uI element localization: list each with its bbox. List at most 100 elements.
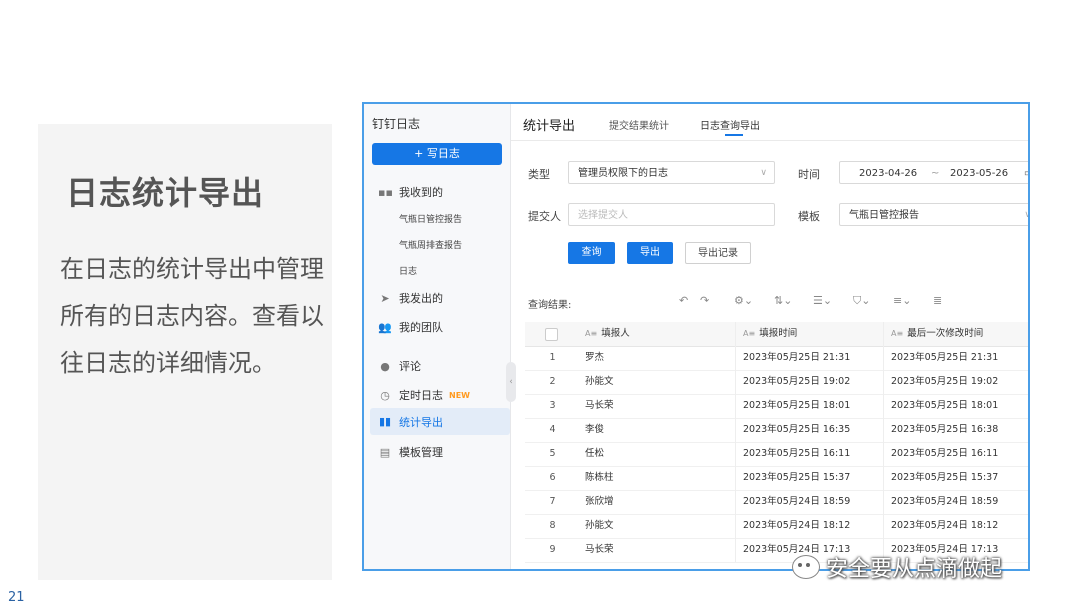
table-row[interactable]: 3 马长荣 2023年05月25日 18:01 2023年05月25日 18:0… [525,394,1028,419]
row-index: 5 [549,448,556,459]
column-header-fill-time-label: 填报时间 [759,328,798,339]
template-select[interactable]: 气瓶日管控报告 ∨ [839,203,1028,226]
row-index: 9 [549,544,556,555]
nav-templates-label: 模板管理 [399,446,443,459]
row-fill-time: 2023年05月25日 16:35 [735,418,883,442]
active-tab-indicator [725,134,743,136]
date-range-picker[interactable]: 2023-04-26 ~ 2023-05-26 ▭ [839,161,1028,185]
row-index: 1 [549,352,556,363]
row-last-modified: 2023年05月25日 15:37 [883,466,1028,490]
text-field-icon: A≡ [743,329,756,338]
bar-chart-icon: ▮▮ [378,415,392,428]
group-icon[interactable]: ☰⌄ [813,294,832,307]
text-field-icon: A≡ [585,329,598,338]
nav-stats-export-label: 统计导出 [399,415,443,429]
row-last-modified: 2023年05月25日 19:02 [883,370,1028,394]
write-log-button[interactable]: + 写日志 [372,143,502,165]
template-select-value: 气瓶日管控报告 [849,210,919,221]
nav-received[interactable]: ▪▪ 我收到的 [364,184,443,200]
row-fill-time: 2023年05月24日 18:59 [735,490,883,514]
nav-received-item[interactable]: 气瓶周排查报告 [399,238,462,251]
row-height-icon[interactable]: ≡⌄ [893,294,911,307]
row-fill-time: 2023年05月25日 15:37 [735,466,883,490]
nav-templates[interactable]: ▤ 模板管理 [364,444,443,460]
row-filler: 孙能文 [585,376,614,387]
date-from: 2023-04-26 [859,168,918,179]
query-button[interactable]: 查询 [568,242,615,264]
nav-team-label: 我的团队 [399,321,443,334]
nav-received-item[interactable]: 日志 [399,264,417,277]
slide-description: 在日志的统计导出中管理所有的日志内容。查看以往日志的详细情况。 [60,255,324,377]
template-label: 模板 [798,210,820,223]
calendar-icon: ▭ [1024,162,1028,185]
date-separator: ~ [931,168,940,179]
nav-sent-label: 我发出的 [399,292,443,305]
column-header-last-modified-label: 最后一次修改时间 [907,328,984,339]
nav-stats-export[interactable]: ▮▮ 统计导出 [370,408,510,435]
row-last-modified: 2023年05月25日 21:31 [883,346,1028,370]
clock-icon: ◷ [380,388,390,402]
row-index: 8 [549,520,556,531]
time-label: 时间 [798,168,820,181]
nav-comments-label: 评论 [399,360,421,373]
app-window: 钉钉日志 + 写日志 ▪▪ 我收到的 气瓶日管控报告 气瓶周排查报告 日志 ➤ … [362,102,1030,571]
submitter-select[interactable]: 选择提交人 [568,203,775,226]
row-fill-time: 2023年05月25日 21:31 [735,346,883,370]
template-icon: ▤ [379,445,391,459]
select-all-checkbox[interactable] [545,328,558,341]
tab-submit-stats[interactable]: 提交结果统计 [609,117,669,132]
filter-icon[interactable]: ⛉⌄ [853,294,870,308]
sidebar: 钉钉日志 + 写日志 ▪▪ 我收到的 气瓶日管控报告 气瓶周排查报告 日志 ➤ … [364,104,511,569]
row-filler: 李俊 [585,424,605,435]
nav-scheduled[interactable]: ◷ 定时日志 NEW [364,387,470,403]
page-number: 21 [8,590,25,605]
team-icon: 👥 [378,320,392,334]
row-fill-time: 2023年05月24日 18:12 [735,514,883,538]
export-records-button[interactable]: 导出记录 [685,242,751,264]
row-last-modified: 2023年05月25日 16:38 [883,418,1028,442]
table-row[interactable]: 8 孙能文 2023年05月24日 18:12 2023年05月24日 18:1… [525,514,1028,539]
redo-icon[interactable]: ↷ [700,294,709,307]
row-filler: 张欣增 [585,496,614,507]
row-index: 7 [549,496,556,507]
type-select-value: 管理员权限下的日志 [578,168,668,179]
row-fill-time: 2023年05月25日 19:02 [735,370,883,394]
row-filler: 马长荣 [585,400,614,411]
table-row[interactable]: 5 任松 2023年05月25日 16:11 2023年05月25日 16:11 [525,442,1028,467]
grid-icon: ▪▪ [378,185,393,199]
table-row[interactable]: 6 陈栋柱 2023年05月25日 15:37 2023年05月25日 15:3… [525,466,1028,491]
column-header-last-modified[interactable]: A≡ 最后一次修改时间 [883,322,1028,346]
sort-icon[interactable]: ⇅⌄ [774,294,792,307]
column-header-fill-time[interactable]: A≡ 填报时间 [735,322,883,346]
nav-scheduled-label: 定时日志 [399,389,443,402]
row-fill-time: 2023年05月25日 18:01 [735,394,883,418]
send-icon: ➤ [380,291,390,305]
row-filler: 马长荣 [585,544,614,555]
table-row[interactable]: 1 罗杰 2023年05月25日 21:31 2023年05月25日 21:31 [525,346,1028,371]
nav-sent[interactable]: ➤ 我发出的 [364,290,443,306]
row-filler: 任松 [585,448,605,459]
table-row[interactable]: 7 张欣增 2023年05月24日 18:59 2023年05月24日 18:5… [525,490,1028,515]
nav-received-item[interactable]: 气瓶日管控报告 [399,212,462,225]
search-icon[interactable]: ≣ [933,294,942,307]
type-label: 类型 [528,168,550,181]
row-index: 6 [549,472,556,483]
row-filler: 陈栋柱 [585,472,614,483]
text-field-icon: A≡ [891,329,904,338]
undo-icon[interactable]: ↶ [679,294,688,307]
nav-comments[interactable]: ● 评论 [364,358,421,374]
settings-icon[interactable]: ⚙⌄ [734,294,753,307]
row-filler: 罗杰 [585,352,605,363]
tab-log-query-export[interactable]: 日志查询导出 [700,117,760,132]
submitter-label: 提交人 [528,210,561,223]
table-row[interactable]: 4 李俊 2023年05月25日 16:35 2023年05月25日 16:38 [525,418,1028,443]
table-header-row: A≡ 填报人 A≡ 填报时间 A≡ 最后一次修改时间 [525,322,1028,347]
column-header-filler[interactable]: A≡ 填报人 [585,322,725,346]
nav-received-label: 我收到的 [399,186,443,199]
table-row[interactable]: 2 孙能文 2023年05月25日 19:02 2023年05月25日 19:0… [525,370,1028,395]
export-button[interactable]: 导出 [627,242,673,264]
row-fill-time: 2023年05月25日 16:11 [735,442,883,466]
wechat-logo-icon [792,555,820,579]
nav-team[interactable]: 👥 我的团队 [364,319,443,335]
type-select[interactable]: 管理员权限下的日志 ∨ [568,161,775,184]
